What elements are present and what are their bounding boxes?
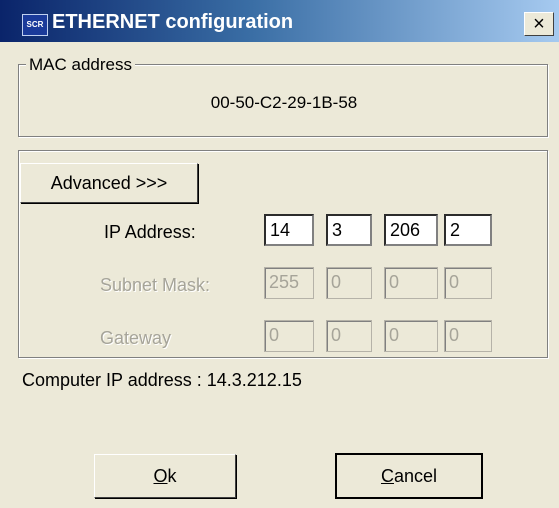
computer-ip-address: Computer IP address : 14.3.212.15 bbox=[22, 370, 302, 390]
subnet-octet-4: 0 bbox=[444, 267, 492, 299]
title-bar[interactable]: SCR ETHERNET configuration × bbox=[0, 0, 559, 42]
close-icon: × bbox=[533, 13, 545, 35]
gateway-octet-2: 0 bbox=[326, 320, 372, 352]
app-icon: SCR bbox=[22, 14, 48, 36]
window-title: ETHERNET configuration bbox=[52, 11, 294, 33]
gateway-label: Gateway bbox=[100, 328, 172, 348]
subnet-octet-3: 0 bbox=[384, 267, 438, 299]
advanced-button[interactable]: Advanced >>> bbox=[20, 163, 198, 203]
subnet-mask-label: Subnet Mask: bbox=[100, 275, 211, 295]
ip-octet-3[interactable]: 206 bbox=[384, 214, 438, 246]
gateway-octet-1: 0 bbox=[264, 320, 314, 352]
ok-accelerator: O bbox=[153, 466, 168, 486]
cancel-accelerator: C bbox=[380, 466, 394, 486]
ip-octet-4[interactable]: 2 bbox=[444, 214, 492, 246]
cancel-button[interactable]: Cancel bbox=[335, 453, 483, 499]
gateway-octet-4: 0 bbox=[444, 320, 492, 352]
close-button[interactable]: × bbox=[524, 12, 554, 36]
ok-label-rest: k bbox=[167, 466, 177, 486]
ok-button[interactable]: Ok bbox=[94, 454, 236, 498]
ethernet-config-dialog: SCR ETHERNET configuration × 00-50-C2-29… bbox=[0, 0, 559, 508]
gateway-octet-3: 0 bbox=[384, 320, 438, 352]
cancel-label-rest: ancel bbox=[393, 466, 438, 486]
mac-address-legend: MAC address bbox=[26, 55, 135, 75]
mac-address-value: 00-50-C2-29-1B-58 bbox=[210, 93, 358, 112]
subnet-octet-1: 255 bbox=[264, 267, 314, 299]
ip-octet-2[interactable]: 3 bbox=[326, 214, 372, 246]
ip-address-label: IP Address: bbox=[104, 222, 196, 242]
subnet-octet-2: 0 bbox=[326, 267, 372, 299]
ip-octet-1[interactable]: 14 bbox=[264, 214, 314, 246]
